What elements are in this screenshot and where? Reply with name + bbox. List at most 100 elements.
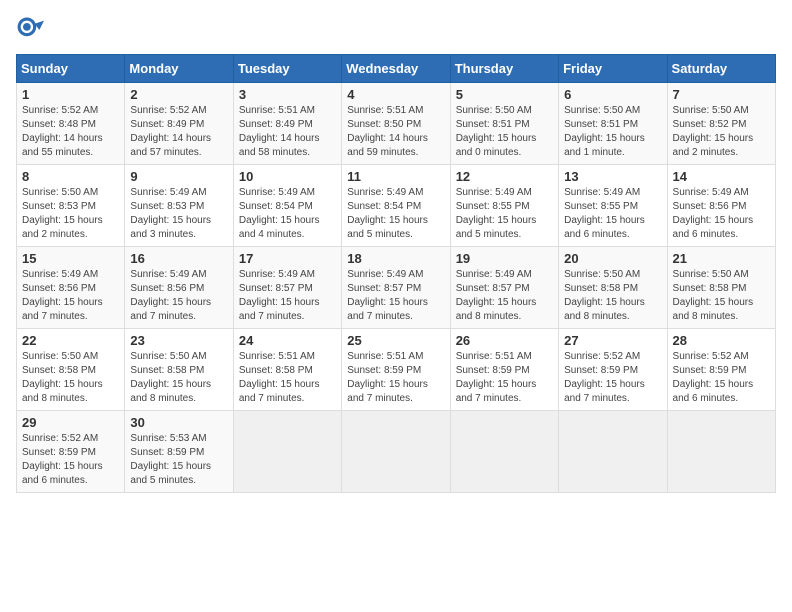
calendar-day-cell: 25Sunrise: 5:51 AM Sunset: 8:59 PM Dayli… [342, 329, 450, 411]
day-info: Sunrise: 5:52 AM Sunset: 8:49 PM Dayligh… [130, 104, 227, 160]
day-number: 29 [22, 415, 119, 430]
calendar-day-cell: 6 Sunrise: 5:50 AM Sunset: 8:51 PM Daylig… [559, 83, 667, 165]
day-info: Sunrise: 5:49 AM Sunset: 8:53 PM Dayligh… [130, 186, 227, 242]
day-number: 9 [130, 169, 227, 184]
page-header [16, 16, 776, 44]
day-number: 28 [673, 333, 770, 348]
day-info: Sunrise: 5:51 AM Sunset: 8:59 PM Dayligh… [456, 350, 553, 406]
calendar-day-cell [233, 411, 341, 493]
calendar-day-cell: 24 Sunrise: 5:51 AM Sunset: 8:58 PM Dayli… [233, 329, 341, 411]
day-number: 4 [347, 87, 444, 102]
day-number: 13 [564, 169, 661, 184]
calendar-day-cell: 19Sunrise: 5:49 AM Sunset: 8:57 PM Dayli… [450, 247, 558, 329]
calendar-day-cell: 16Sunrise: 5:49 AM Sunset: 8:56 PM Dayli… [125, 247, 233, 329]
calendar-table: SundayMondayTuesdayWednesdayThursdayFrid… [16, 54, 776, 493]
weekday-header-thursday: Thursday [450, 55, 558, 83]
day-number: 30 [130, 415, 227, 430]
day-number: 21 [673, 251, 770, 266]
day-number: 27 [564, 333, 661, 348]
day-number: 18 [347, 251, 444, 266]
day-number: 10 [239, 169, 336, 184]
day-info: Sunrise: 5:50 AM Sunset: 8:58 PM Dayligh… [130, 350, 227, 406]
weekday-header-monday: Monday [125, 55, 233, 83]
day-number: 11 [347, 169, 444, 184]
day-number: 22 [22, 333, 119, 348]
calendar-day-cell: 12Sunrise: 5:49 AM Sunset: 8:55 PM Dayli… [450, 165, 558, 247]
calendar-day-cell: 26 Sunrise: 5:51 AM Sunset: 8:59 PM Dayli… [450, 329, 558, 411]
calendar-header: SundayMondayTuesdayWednesdayThursdayFrid… [17, 55, 776, 83]
day-info: Sunrise: 5:51 AM Sunset: 8:49 PM Dayligh… [239, 104, 336, 160]
calendar-day-cell: 1 Sunrise: 5:52 AM Sunset: 8:48 PM Daylig… [17, 83, 125, 165]
day-info: Sunrise: 5:49 AM Sunset: 8:55 PM Dayligh… [564, 186, 661, 242]
day-info: Sunrise: 5:50 AM Sunset: 8:58 PM Dayligh… [22, 350, 119, 406]
calendar-day-cell: 4 Sunrise: 5:51 AM Sunset: 8:50 PM Daylig… [342, 83, 450, 165]
weekday-header-wednesday: Wednesday [342, 55, 450, 83]
calendar-week-row: 8 Sunrise: 5:50 AM Sunset: 8:53 PM Daylig… [17, 165, 776, 247]
weekday-header-friday: Friday [559, 55, 667, 83]
day-info: Sunrise: 5:50 AM Sunset: 8:53 PM Dayligh… [22, 186, 119, 242]
calendar-day-cell: 7Sunrise: 5:50 AM Sunset: 8:52 PM Daylig… [667, 83, 775, 165]
logo [16, 16, 48, 44]
day-number: 16 [130, 251, 227, 266]
weekday-header-tuesday: Tuesday [233, 55, 341, 83]
day-number: 26 [456, 333, 553, 348]
day-info: Sunrise: 5:51 AM Sunset: 8:50 PM Dayligh… [347, 104, 444, 160]
day-number: 20 [564, 251, 661, 266]
calendar-week-row: 29 Sunrise: 5:52 AM Sunset: 8:59 PM Dayli… [17, 411, 776, 493]
calendar-day-cell: 10 Sunrise: 5:49 AM Sunset: 8:54 PM Dayli… [233, 165, 341, 247]
calendar-day-cell [667, 411, 775, 493]
weekday-header-sunday: Sunday [17, 55, 125, 83]
day-info: Sunrise: 5:52 AM Sunset: 8:59 PM Dayligh… [564, 350, 661, 406]
day-info: Sunrise: 5:50 AM Sunset: 8:51 PM Dayligh… [564, 104, 661, 160]
day-info: Sunrise: 5:50 AM Sunset: 8:58 PM Dayligh… [673, 268, 770, 324]
day-number: 14 [673, 169, 770, 184]
calendar-day-cell [450, 411, 558, 493]
day-number: 17 [239, 251, 336, 266]
day-number: 12 [456, 169, 553, 184]
day-info: Sunrise: 5:51 AM Sunset: 8:58 PM Dayligh… [239, 350, 336, 406]
day-number: 8 [22, 169, 119, 184]
day-info: Sunrise: 5:53 AM Sunset: 8:59 PM Dayligh… [130, 432, 227, 488]
day-info: Sunrise: 5:52 AM Sunset: 8:59 PM Dayligh… [22, 432, 119, 488]
day-info: Sunrise: 5:50 AM Sunset: 8:51 PM Dayligh… [456, 104, 553, 160]
calendar-day-cell: 11 Sunrise: 5:49 AM Sunset: 8:54 PM Dayli… [342, 165, 450, 247]
calendar-day-cell: 17Sunrise: 5:49 AM Sunset: 8:57 PM Dayli… [233, 247, 341, 329]
day-number: 1 [22, 87, 119, 102]
calendar-day-cell: 18 Sunrise: 5:49 AM Sunset: 8:57 PM Dayli… [342, 247, 450, 329]
calendar-day-cell: 30 Sunrise: 5:53 AM Sunset: 8:59 PM Dayli… [125, 411, 233, 493]
day-number: 3 [239, 87, 336, 102]
day-info: Sunrise: 5:49 AM Sunset: 8:54 PM Dayligh… [239, 186, 336, 242]
calendar-day-cell: 13 Sunrise: 5:49 AM Sunset: 8:55 PM Dayli… [559, 165, 667, 247]
day-info: Sunrise: 5:49 AM Sunset: 8:57 PM Dayligh… [347, 268, 444, 324]
weekday-header-saturday: Saturday [667, 55, 775, 83]
day-number: 25 [347, 333, 444, 348]
day-info: Sunrise: 5:49 AM Sunset: 8:56 PM Dayligh… [22, 268, 119, 324]
day-number: 19 [456, 251, 553, 266]
calendar-day-cell: 14Sunrise: 5:49 AM Sunset: 8:56 PM Dayli… [667, 165, 775, 247]
calendar-day-cell: 5 Sunrise: 5:50 AM Sunset: 8:51 PM Daylig… [450, 83, 558, 165]
day-number: 15 [22, 251, 119, 266]
calendar-day-cell: 21 Sunrise: 5:50 AM Sunset: 8:58 PM Dayli… [667, 247, 775, 329]
calendar-day-cell: 23Sunrise: 5:50 AM Sunset: 8:58 PM Dayli… [125, 329, 233, 411]
day-number: 6 [564, 87, 661, 102]
calendar-day-cell [342, 411, 450, 493]
day-number: 24 [239, 333, 336, 348]
calendar-day-cell: 9 Sunrise: 5:49 AM Sunset: 8:53 PM Daylig… [125, 165, 233, 247]
day-info: Sunrise: 5:49 AM Sunset: 8:54 PM Dayligh… [347, 186, 444, 242]
calendar-day-cell: 15 Sunrise: 5:49 AM Sunset: 8:56 PM Dayli… [17, 247, 125, 329]
day-number: 7 [673, 87, 770, 102]
day-info: Sunrise: 5:52 AM Sunset: 8:48 PM Dayligh… [22, 104, 119, 160]
day-info: Sunrise: 5:50 AM Sunset: 8:58 PM Dayligh… [564, 268, 661, 324]
calendar-week-row: 15 Sunrise: 5:49 AM Sunset: 8:56 PM Dayli… [17, 247, 776, 329]
calendar-day-cell: 28 Sunrise: 5:52 AM Sunset: 8:59 PM Dayli… [667, 329, 775, 411]
calendar-week-row: 1 Sunrise: 5:52 AM Sunset: 8:48 PM Daylig… [17, 83, 776, 165]
calendar-day-cell: 27 Sunrise: 5:52 AM Sunset: 8:59 PM Dayli… [559, 329, 667, 411]
weekday-header-row: SundayMondayTuesdayWednesdayThursdayFrid… [17, 55, 776, 83]
calendar-day-cell: 8 Sunrise: 5:50 AM Sunset: 8:53 PM Daylig… [17, 165, 125, 247]
day-info: Sunrise: 5:52 AM Sunset: 8:59 PM Dayligh… [673, 350, 770, 406]
day-number: 5 [456, 87, 553, 102]
calendar-day-cell: 2 Sunrise: 5:52 AM Sunset: 8:49 PM Daylig… [125, 83, 233, 165]
calendar-day-cell: 20 Sunrise: 5:50 AM Sunset: 8:58 PM Dayli… [559, 247, 667, 329]
logo-icon [16, 16, 44, 44]
day-number: 2 [130, 87, 227, 102]
